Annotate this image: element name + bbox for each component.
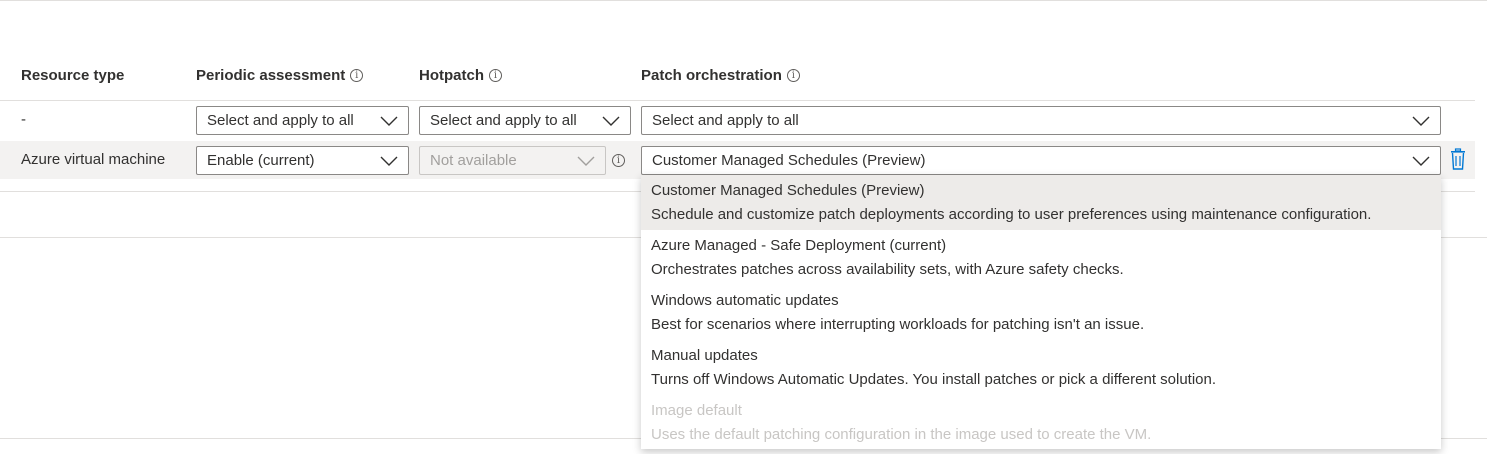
header-patch-orchestration-label: Patch orchestration	[641, 67, 782, 84]
dropdown-value: Select and apply to all	[207, 112, 354, 129]
info-icon[interactable]: i	[350, 69, 364, 82]
dropdown-value: Select and apply to all	[652, 112, 799, 129]
apply-all-hotpatch-dropdown[interactable]: Select and apply to all	[419, 106, 631, 135]
option-title: Customer Managed Schedules (Preview)	[651, 182, 925, 199]
header-divider	[0, 100, 1475, 101]
header-hotpatch-label: Hotpatch	[419, 67, 484, 84]
header-periodic-assessment-label: Periodic assessment	[196, 67, 346, 84]
dropdown-value: Customer Managed Schedules (Preview)	[652, 152, 926, 169]
menu-option-image-default: Image default Uses the default patching …	[641, 395, 1441, 449]
chevron-down-icon	[602, 116, 620, 126]
info-icon[interactable]: i	[612, 154, 625, 167]
option-description: Turns off Windows Automatic Updates. You…	[651, 371, 1217, 388]
header-resource-type-label: Resource type	[21, 67, 125, 84]
header-patch-orchestration: Patch orchestration i	[641, 67, 800, 84]
dropdown-value: Enable (current)	[207, 152, 315, 169]
chevron-down-icon	[1412, 156, 1430, 166]
vm-resource-label: Azure virtual machine	[21, 151, 166, 168]
option-description: Best for scenarios where interrupting wo…	[651, 316, 1145, 333]
header-hotpatch: Hotpatch i	[419, 67, 502, 84]
chevron-down-icon	[380, 116, 398, 126]
vm-periodic-assessment-dropdown[interactable]: Enable (current)	[196, 146, 409, 175]
menu-option-azure-managed[interactable]: Azure Managed - Safe Deployment (current…	[641, 230, 1441, 285]
chevron-down-icon	[380, 156, 398, 166]
option-title: Manual updates	[651, 347, 758, 364]
vm-hotpatch-dropdown: Not available	[419, 146, 606, 175]
vm-patch-orchestration-dropdown[interactable]: Customer Managed Schedules (Preview)	[641, 146, 1441, 175]
apply-all-resource-label: -	[21, 111, 26, 128]
chevron-down-icon	[577, 156, 595, 166]
menu-option-customer-managed[interactable]: Customer Managed Schedules (Preview) Sch…	[641, 175, 1441, 230]
apply-all-periodic-assessment-dropdown[interactable]: Select and apply to all	[196, 106, 409, 135]
trash-icon[interactable]	[1449, 148, 1467, 170]
option-description: Schedule and customize patch deployments…	[651, 206, 1372, 223]
option-title: Windows automatic updates	[651, 292, 839, 309]
option-description: Orchestrates patches across availability…	[651, 261, 1124, 278]
chevron-down-icon	[1412, 116, 1430, 126]
apply-all-patch-orchestration-dropdown[interactable]: Select and apply to all	[641, 106, 1441, 135]
info-icon[interactable]: i	[786, 69, 800, 82]
patch-orchestration-menu: Customer Managed Schedules (Preview) Sch…	[641, 175, 1441, 449]
option-title: Image default	[651, 402, 742, 419]
top-divider	[0, 0, 1487, 1]
menu-option-windows-automatic[interactable]: Windows automatic updates Best for scena…	[641, 285, 1441, 340]
dropdown-value: Not available	[430, 152, 517, 169]
menu-option-manual-updates[interactable]: Manual updates Turns off Windows Automat…	[641, 340, 1441, 395]
option-description: Uses the default patching configuration …	[651, 426, 1152, 443]
info-icon[interactable]: i	[489, 69, 502, 82]
option-title: Azure Managed - Safe Deployment (current…	[651, 237, 947, 254]
header-resource-type: Resource type	[21, 67, 124, 84]
header-periodic-assessment: Periodic assessment i	[196, 67, 364, 84]
dropdown-value: Select and apply to all	[430, 112, 577, 129]
